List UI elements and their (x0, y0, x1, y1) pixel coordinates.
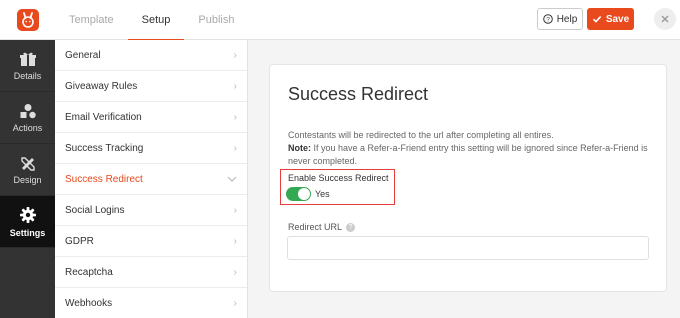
nav-label-details: Details (13, 70, 42, 81)
menu-item-giveaway-rules[interactable]: Giveaway Rules › (55, 71, 247, 102)
menu-item-email-verification[interactable]: Email Verification › (55, 102, 247, 133)
nav-item-settings[interactable]: Settings (0, 196, 55, 248)
menu-item-label: Email Verification (65, 111, 142, 123)
menu-item-label: GDPR (65, 235, 94, 247)
chevron-right-icon: › (233, 235, 237, 247)
menu-item-social-logins[interactable]: Social Logins › (55, 195, 247, 226)
nav-item-design[interactable]: Design (0, 144, 55, 196)
menu-item-general[interactable]: General › (55, 40, 247, 71)
page-title: Success Redirect (288, 84, 429, 104)
chevron-right-icon: › (233, 49, 237, 61)
description-line: Contestants will be redirected to the ur… (288, 130, 554, 140)
help-tooltip-icon[interactable]: ? (346, 222, 356, 232)
tab-template[interactable]: Template (55, 0, 128, 40)
chevron-right-icon: › (233, 204, 237, 216)
toggle-knob (298, 188, 310, 200)
redirect-url-input[interactable] (287, 236, 649, 260)
toggle-value-text: Yes (315, 189, 330, 199)
chevron-right-icon: › (233, 297, 237, 309)
menu-item-label: Success Redirect (65, 173, 143, 185)
left-nav: Details Actions Design Settings (0, 40, 55, 318)
menu-item-success-redirect[interactable]: Success Redirect (55, 164, 247, 195)
rafflepress-logo[interactable] (0, 0, 55, 40)
note-label: Note: (288, 143, 311, 153)
design-tools-icon (20, 156, 35, 171)
close-button[interactable] (654, 8, 676, 30)
menu-item-gdpr[interactable]: GDPR › (55, 226, 247, 257)
chevron-right-icon: › (233, 142, 237, 154)
note-text: If you have a Refer-a-Friend entry this … (288, 143, 648, 166)
save-label: Save (605, 13, 630, 25)
menu-item-label: Webhooks (65, 297, 113, 309)
chevron-right-icon: › (233, 266, 237, 278)
menu-item-label: Success Tracking (65, 142, 144, 154)
menu-item-label: Social Logins (65, 204, 125, 216)
nav-label-design: Design (13, 174, 42, 185)
nav-label-settings: Settings (9, 227, 46, 238)
enable-redirect-toggle[interactable] (286, 187, 311, 201)
redirect-url-label-text: Redirect URL (288, 222, 343, 232)
header-tabs: Template Setup Publish (55, 0, 248, 41)
nav-label-actions: Actions (12, 122, 43, 133)
question-circle-icon: ? (542, 14, 553, 24)
tab-publish[interactable]: Publish (184, 0, 248, 40)
menu-item-label: Giveaway Rules (65, 80, 138, 92)
menu-item-label: General (65, 49, 101, 61)
chevron-right-icon: › (233, 111, 237, 123)
nav-item-actions[interactable]: Actions (0, 92, 55, 144)
svg-text:?: ? (546, 16, 550, 23)
redirect-url-label: Redirect URL ? (288, 222, 356, 232)
menu-item-success-tracking[interactable]: Success Tracking › (55, 133, 247, 164)
menu-item-recaptcha[interactable]: Recaptcha › (55, 257, 247, 288)
help-button[interactable]: ? Help (537, 8, 583, 30)
shapes-icon (20, 103, 36, 118)
rabbit-logo-icon (16, 9, 39, 31)
chevron-down-icon (227, 176, 237, 182)
menu-item-label: Recaptcha (65, 266, 113, 278)
save-button[interactable]: Save (587, 8, 634, 30)
checkmark-icon (592, 16, 602, 23)
nav-item-details[interactable]: Details (0, 40, 55, 92)
close-icon (661, 15, 669, 23)
gift-icon (19, 52, 36, 66)
gear-icon (19, 206, 36, 223)
top-bar: Template Setup Publish ? Help Save (0, 0, 680, 41)
description-text: Contestants will be redirected to the ur… (288, 129, 658, 168)
enable-redirect-label: Enable Success Redirect (288, 173, 389, 183)
settings-menu: General › Giveaway Rules › Email Verific… (55, 40, 248, 318)
chevron-right-icon: › (233, 80, 237, 92)
help-label: Help (556, 13, 578, 25)
menu-item-webhooks[interactable]: Webhooks › (55, 288, 247, 318)
tab-setup[interactable]: Setup (127, 0, 185, 41)
